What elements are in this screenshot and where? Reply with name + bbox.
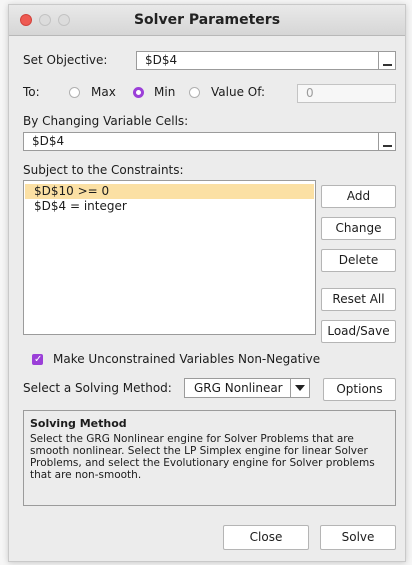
- value-of-input[interactable]: 0: [297, 84, 396, 103]
- reset-all-button[interactable]: Reset All: [321, 288, 396, 311]
- variable-cells-label: By Changing Variable Cells:: [23, 114, 189, 128]
- window-title: Solver Parameters: [133, 12, 281, 28]
- objective-range-select-icon[interactable]: [378, 52, 395, 69]
- add-button[interactable]: Add: [321, 185, 396, 208]
- solving-method-value: GRG Nonlinear: [194, 381, 283, 395]
- change-button[interactable]: Change: [321, 217, 396, 240]
- non-negative-label: Make Unconstrained Variables Non-Negativ…: [53, 352, 321, 366]
- min-label: Min: [154, 85, 176, 99]
- constraint-item[interactable]: $D$4 = integer: [25, 199, 314, 214]
- max-label: Max: [91, 85, 116, 99]
- description-body: Select the GRG Nonlinear engine for Solv…: [30, 433, 375, 481]
- description-title: Solving Method: [30, 417, 127, 430]
- checkmark-icon: ✓: [34, 354, 43, 365]
- load-save-button[interactable]: Load/Save: [321, 320, 396, 343]
- variable-cells-range-select-icon[interactable]: [378, 133, 395, 150]
- options-button[interactable]: Options: [323, 378, 396, 401]
- objective-value: $D$4: [145, 53, 178, 67]
- constraints-list[interactable]: $D$10 >= 0 $D$4 = integer: [23, 180, 316, 335]
- to-label: To:: [23, 85, 40, 99]
- value-of-label: Value Of:: [211, 85, 266, 99]
- solving-method-select[interactable]: GRG Nonlinear: [184, 378, 310, 398]
- solving-method-description: Solving Method Select the GRG Nonlinear …: [23, 410, 396, 506]
- solver-dialog: Solver Parameters Set Objective: $D$4 To…: [8, 4, 406, 562]
- title-bar: Solver Parameters: [9, 5, 405, 36]
- chevron-down-icon[interactable]: [290, 379, 309, 397]
- objective-label: Set Objective:: [23, 53, 108, 67]
- variable-cells-field[interactable]: $D$4: [23, 132, 396, 151]
- delete-button[interactable]: Delete: [321, 249, 396, 272]
- max-radio[interactable]: [69, 87, 80, 98]
- objective-field[interactable]: $D$4: [136, 51, 396, 70]
- value-of-value: 0: [306, 86, 314, 100]
- close-button[interactable]: Close: [223, 525, 309, 550]
- constraints-label: Subject to the Constraints:: [23, 163, 184, 177]
- variable-cells-value: $D$4: [32, 134, 65, 148]
- non-negative-checkbox[interactable]: ✓: [32, 354, 43, 365]
- constraint-item[interactable]: $D$10 >= 0: [25, 184, 314, 199]
- value-of-radio[interactable]: [189, 87, 200, 98]
- min-radio[interactable]: [133, 87, 144, 98]
- solve-button[interactable]: Solve: [320, 525, 396, 550]
- solving-method-label: Select a Solving Method:: [23, 381, 172, 395]
